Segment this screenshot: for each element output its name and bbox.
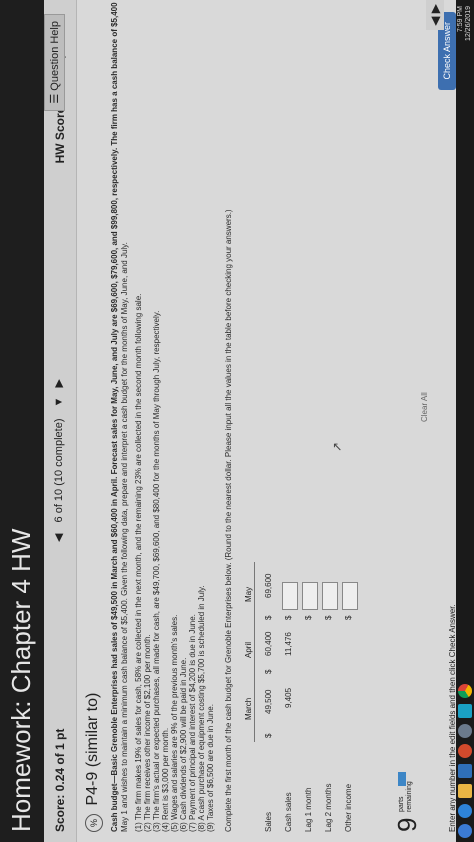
prev-arrow-icon[interactable]: ◀ — [53, 534, 65, 542]
ie-icon[interactable] — [458, 804, 472, 818]
forward-arrow-icon[interactable]: ▶ — [428, 4, 442, 13]
question-id: P4-9 (similar to) — [84, 692, 101, 806]
row-label-lag-1: Lag 1 month — [304, 787, 313, 832]
item-6: (6) Cash dividends of $2,900 will be pai… — [179, 657, 188, 832]
dollar-sign: $ — [304, 615, 313, 620]
other-income-may-input[interactable] — [342, 582, 358, 610]
dollar-sign: $ — [344, 615, 353, 620]
people-icon[interactable] — [458, 724, 472, 738]
clock-date: 12/26/2019 — [465, 6, 472, 42]
dollar-sign: $ — [264, 615, 273, 620]
progress-bar — [398, 772, 406, 786]
cash-sales-april: 11,476 — [284, 632, 293, 656]
next-arrow-icon[interactable]: ▶ — [53, 379, 65, 387]
clear-all-button[interactable]: Clear All — [420, 392, 429, 422]
pager-label: 6 of 10 (10 complete) — [53, 418, 65, 523]
lag-2-may-input[interactable] — [322, 582, 338, 610]
list-icon: ☰ — [49, 93, 61, 104]
item-7: (7) Payment of principal and interest of… — [188, 614, 197, 832]
row-label-lag-2: Lag 2 months — [324, 783, 333, 832]
col-april: April — [244, 641, 253, 658]
score-bar: Score: 0.24 of 1 pt ◀ 6 of 10 (10 comple… — [44, 0, 77, 842]
sales-may: 69,600 — [264, 573, 273, 598]
question-intro-2: May 1 and wishes to maintain a minimum c… — [120, 242, 129, 832]
dollar-sign: $ — [324, 615, 333, 620]
parts-remaining-count: 9 — [392, 817, 422, 832]
folder-icon[interactable] — [458, 784, 472, 798]
col-may: May — [244, 586, 253, 602]
item-9: (9) Taxes of $6,500 are due in June. — [206, 704, 215, 832]
back-arrow-icon[interactable]: ◀ — [428, 17, 442, 26]
row-label-sales: Sales — [264, 811, 273, 832]
dollar-sign: $ — [284, 615, 293, 620]
item-2: (2) The firm receives other income of $2… — [143, 634, 152, 832]
media-icon[interactable] — [458, 744, 472, 758]
title-bar: Homework: Chapter 4 HW — [0, 0, 44, 842]
col-march: March — [244, 697, 253, 720]
lag-1-may-input[interactable] — [302, 582, 318, 610]
question-title-row: % P4-9 (similar to) — [84, 693, 103, 832]
question-help-label: Question Help — [49, 21, 61, 91]
percent-icon: % — [85, 814, 103, 832]
dropdown-icon[interactable]: ▼ — [53, 397, 65, 408]
question-intro: Cash budget—Basic Grenoble Enterprises h… — [110, 2, 119, 832]
dollar-sign: $ — [264, 733, 273, 738]
instruction-text: Complete the first month of the cash bud… — [224, 209, 233, 832]
sales-april: 60,400 — [264, 631, 273, 656]
clock: 7:59 PM 12/26/2019 — [457, 6, 473, 41]
item-4: (4) Rent is $3,000 per month. — [161, 727, 170, 832]
dollar-sign: $ — [264, 669, 273, 674]
cash-sales-march: 9,405 — [284, 687, 293, 708]
item-8: (8) A cash purchase of equipment costing… — [197, 585, 206, 832]
question-pager: ◀ 6 of 10 (10 complete) ▼ ▶ — [52, 379, 65, 542]
start-icon[interactable] — [458, 824, 472, 838]
question-help-button[interactable]: ☰ Question Help — [44, 14, 65, 111]
remaining-word: remaining — [406, 781, 413, 812]
nav-arrows: ◀ ▶ — [426, 0, 444, 30]
header-divider — [254, 562, 255, 742]
clock-time: 7:59 PM — [457, 6, 464, 33]
browser-screen: Homework: Chapter 4 HW Score: 0.24 of 1 … — [0, 0, 474, 842]
item-5: (5) Wages and salaries are 9% of the pre… — [170, 614, 179, 832]
word-icon[interactable] — [458, 764, 472, 778]
skype-icon[interactable] — [458, 704, 472, 718]
item-3: (3) The firm's actual or expected purcha… — [152, 310, 161, 832]
chrome-icon[interactable] — [458, 684, 472, 698]
cash-sales-may-input[interactable] — [282, 582, 298, 610]
row-label-other-income: Other income — [344, 783, 353, 832]
taskbar: 7:59 PM 12/26/2019 — [456, 0, 474, 842]
item-1: (1) The firm makes 19% of sales for cash… — [134, 293, 143, 832]
sales-march: 49,500 — [264, 689, 273, 714]
score-text: Score: 0.24 of 1 pt — [53, 728, 67, 832]
photo-frame: Homework: Chapter 4 HW Score: 0.24 of 1 … — [0, 0, 474, 842]
row-label-cash-sales: Cash sales — [284, 792, 293, 832]
mouse-cursor-icon: ↗ — [330, 441, 344, 452]
page-title: Homework: Chapter 4 HW — [6, 528, 36, 832]
